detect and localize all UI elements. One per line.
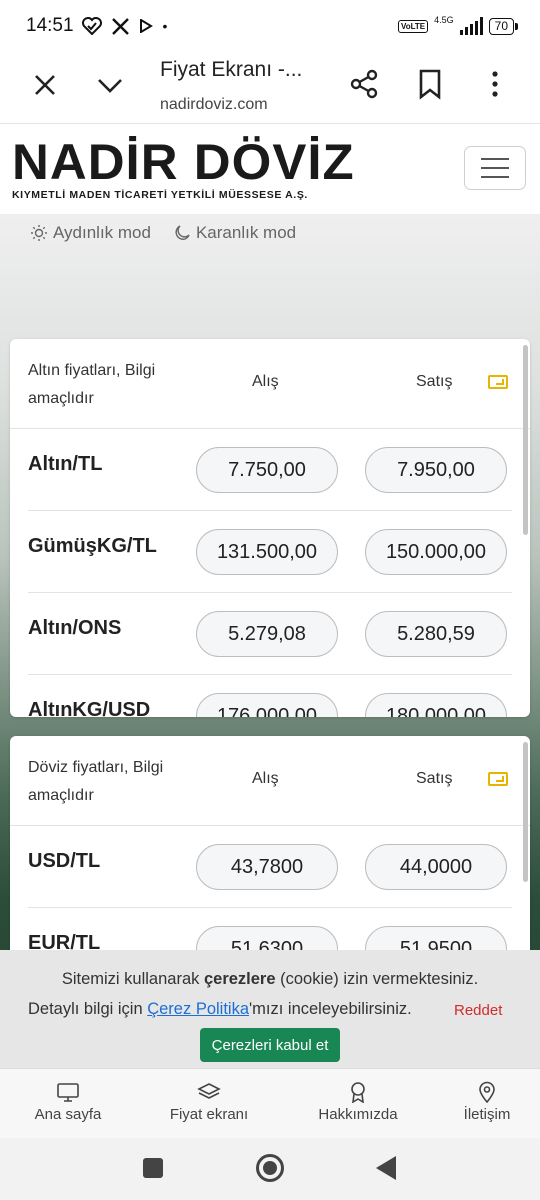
nav-prices[interactable]: Fiyat ekranı (166, 1081, 252, 1123)
logo-subtitle: KIYMETLİ MADEN TİCARETİ YETKİLİ MÜESSESE… (12, 189, 308, 201)
gold-col-sell: Satış (416, 373, 453, 390)
nav-about[interactable]: Hakkımızda (314, 1081, 402, 1123)
recent-apps-icon[interactable] (143, 1158, 163, 1178)
hamburger-icon (481, 158, 509, 160)
cookie-reject-button[interactable]: Reddet (454, 1002, 502, 1019)
cookie-text: 'mızı inceleyebilirsiniz. (249, 1000, 412, 1018)
status-system-icons: VoLTE 4.5G 70 (397, 15, 519, 35)
award-icon (351, 1082, 365, 1103)
page-title[interactable]: Fiyat Ekranı -... (160, 58, 302, 82)
cookie-text: Sitemizi kullanarak (61, 970, 204, 988)
system-navigation-bar (0, 1138, 540, 1200)
cookie-policy-link[interactable]: Çerez Politika (147, 1000, 249, 1018)
light-mode-label: Aydınlık mod (53, 223, 151, 242)
cookie-text: (cookie) izin vermektesiniz. (275, 970, 479, 988)
gold-card-header: Altın fiyatları, Bilgi amaçlıdır Alış Sa… (10, 339, 530, 429)
buy-price: 43,7800 (196, 844, 338, 890)
status-notification-icons: • (81, 17, 168, 35)
battery-icon: 70 (488, 17, 519, 35)
sell-price: 5.280,59 (365, 611, 507, 657)
nav-home-label: Ana sayfa (34, 1106, 102, 1123)
status-bar: 14:51 • VoLTE 4.5G 70 (0, 0, 540, 52)
location-pin-icon (479, 1081, 495, 1103)
fx-card-header: Döviz fiyatları, Bilgi amaçlıdır Alış Sa… (10, 736, 530, 826)
sun-icon (31, 225, 47, 241)
cookie-message-line1: Sitemizi kullanarak çerezlere (cookie) i… (0, 970, 540, 989)
table-row: AltınKG/USD 176.000,00 180.000,00 (28, 675, 512, 717)
light-mode-button[interactable]: Aydınlık mod (30, 223, 151, 243)
nav-contact[interactable]: İletişim (454, 1081, 520, 1123)
dark-mode-label: Karanlık mod (195, 223, 297, 242)
sell-price: 150.000,00 (365, 529, 507, 575)
close-icon[interactable] (30, 70, 60, 100)
layers-icon (197, 1083, 221, 1099)
share-icon[interactable] (348, 68, 380, 100)
row-name: USD/TL (28, 850, 101, 872)
cookie-bold-text: çerezlere (203, 970, 276, 988)
status-time: 14:51 (26, 15, 74, 36)
row-name: AltınKG/USD (28, 699, 151, 717)
volte-icon: VoLTE (397, 19, 429, 33)
fx-col-buy: Alış (252, 770, 279, 787)
fx-card-title: Döviz fiyatları, Bilgi amaçlıdır (28, 759, 164, 804)
sell-price: 44,0000 (365, 844, 507, 890)
x-logo-icon (111, 17, 129, 35)
table-row: Altın/ONS 5.279,08 5.280,59 (28, 593, 512, 675)
row-name: GümüşKG/TL (28, 535, 157, 557)
buy-price: 176.000,00 (196, 693, 338, 717)
sell-price: 7.950,00 (365, 447, 507, 493)
browser-toolbar: Fiyat Ekranı -... nadirdoviz.com (0, 52, 540, 124)
gold-card-title: Altın fiyatları, Bilgi amaçlıdır (28, 362, 156, 407)
nav-about-label: Hakkımızda (318, 1106, 398, 1123)
hero-section: Aydınlık mod Karanlık mod Altın fiyatlar… (0, 215, 540, 1070)
cookie-message-line2: Detaylı bilgi için Çerez Politika'mızı i… (28, 1000, 412, 1019)
table-row: GümüşKG/TL 131.500,00 150.000,00 (28, 511, 512, 593)
cookie-banner: Sitemizi kullanarak çerezlere (cookie) i… (0, 950, 540, 1068)
gold-col-buy: Alış (252, 373, 279, 390)
nav-contact-label: İletişim (463, 1106, 511, 1123)
menu-toggle-button[interactable] (464, 146, 526, 190)
site-header: NADİR DÖVİZ KIYMETLİ MADEN TİCARETİ YETK… (0, 125, 540, 215)
chevron-down-icon[interactable] (94, 70, 126, 100)
more-vert-icon[interactable] (480, 68, 510, 100)
dark-mode-button[interactable]: Karanlık mod (173, 223, 296, 243)
cookie-accept-button[interactable]: Çerezleri kabul et (200, 1028, 340, 1062)
buy-price: 7.750,00 (196, 447, 338, 493)
bottom-navigation: Ana sayfa Fiyat ekranı Hakkımızda İletiş… (0, 1068, 540, 1138)
buy-price: 131.500,00 (196, 529, 338, 575)
moon-icon (175, 225, 190, 240)
table-row: Altın/TL 7.750,00 7.950,00 (28, 429, 512, 511)
theme-mode-row: Aydınlık mod Karanlık mod (30, 223, 296, 243)
page-url[interactable]: nadirdoviz.com (160, 96, 268, 114)
buy-price: 5.279,08 (196, 611, 338, 657)
fx-card-scrollbar[interactable] (523, 742, 528, 882)
row-name: Altın/ONS (28, 617, 122, 639)
monitor-icon (57, 1083, 79, 1102)
site-logo[interactable]: NADİR DÖVİZ KIYMETLİ MADEN TİCARETİ YETK… (12, 137, 354, 201)
dot-icon: • (162, 18, 168, 34)
heart-check-icon (81, 17, 102, 35)
table-row: USD/TL 43,7800 44,0000 (28, 826, 512, 908)
nav-home[interactable]: Ana sayfa (30, 1081, 106, 1123)
back-triangle-icon[interactable] (376, 1156, 396, 1180)
home-circle-icon[interactable] (256, 1154, 284, 1182)
signal-icon (459, 17, 483, 35)
bookmark-icon[interactable] (416, 68, 444, 100)
cookie-text: Detaylı bilgi için (28, 1000, 148, 1018)
gold-expand-icon[interactable] (488, 375, 508, 389)
sell-price: 180.000,00 (365, 693, 507, 717)
network-type: 4.5G (434, 15, 454, 25)
row-name: Altın/TL (28, 453, 103, 475)
fx-expand-icon[interactable] (488, 772, 508, 786)
play-store-icon (139, 19, 153, 33)
gold-card-scrollbar[interactable] (523, 345, 528, 535)
fx-col-sell: Satış (416, 770, 453, 787)
logo-text: NADİR DÖVİZ (12, 134, 355, 190)
nav-prices-label: Fiyat ekranı (169, 1106, 249, 1123)
gold-prices-card: Altın fiyatları, Bilgi amaçlıdır Alış Sa… (10, 339, 530, 717)
